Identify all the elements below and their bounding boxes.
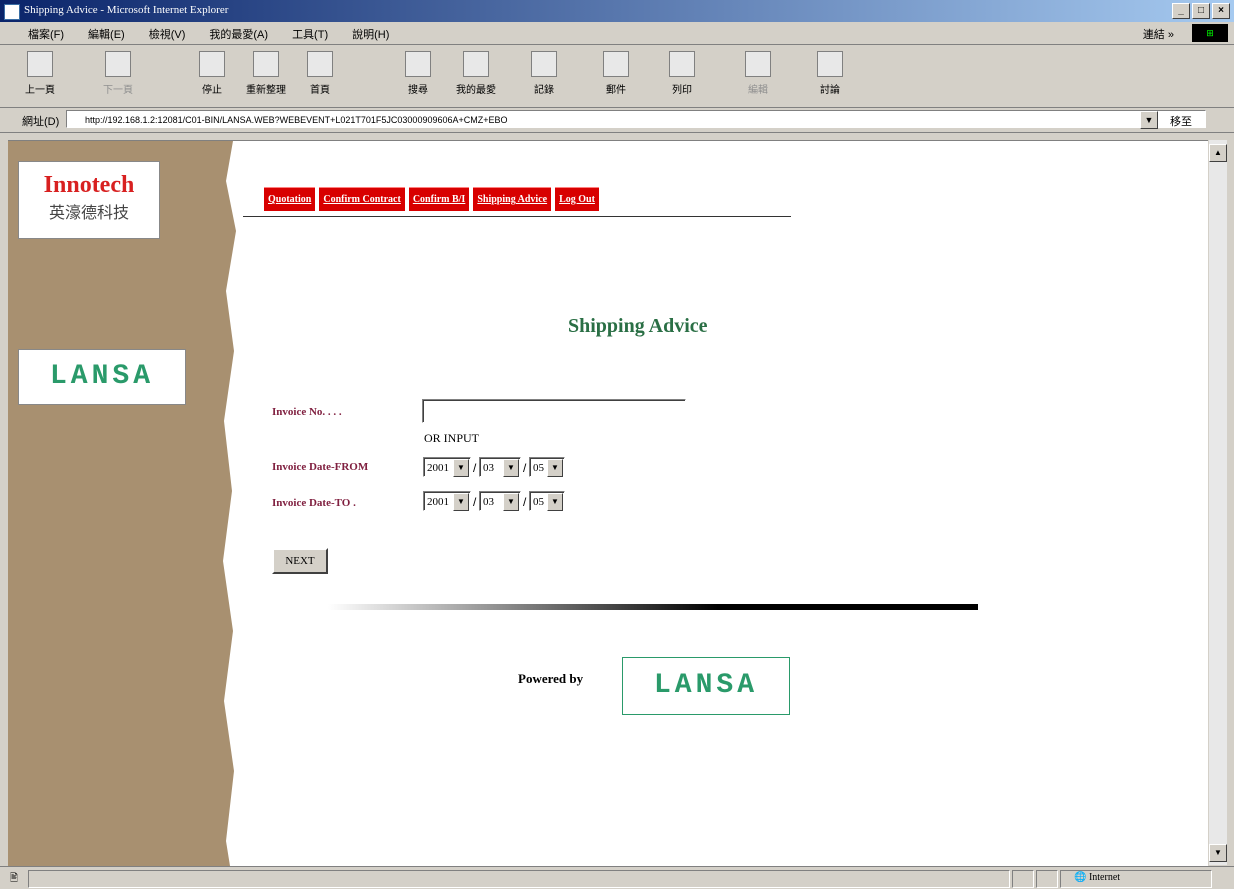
address-input[interactable]: http://192.168.1.2:12081/C01-BIN/LANSA.W… [66,110,1206,128]
scroll-down-icon[interactable]: ▼ [1209,844,1227,862]
chevron-down-icon: ▼ [453,459,469,477]
from-day-select[interactable]: 05 ▼ [529,457,565,477]
chevron-down-icon: ▼ [453,493,469,511]
chevron-down-icon: ▼ [503,493,519,511]
invoice-no-label: Invoice No. . . . [272,406,342,418]
window-title: Shipping Advice - Microsoft Internet Exp… [24,4,229,16]
toolbar: 上一頁 下一頁 停止 重新整理 首頁 搜尋 我的最愛 記錄 郵件 列印 編輯 討… [0,45,1234,108]
lansa-powered-logo: LANSA [622,657,790,715]
history-icon [531,51,557,77]
windows-logo-icon: ⊞ [1192,24,1228,42]
scroll-up-icon[interactable]: ▲ [1209,144,1227,162]
address-label: 網址(D) [22,116,60,128]
invoice-date-from-label: Invoice Date-FROM [272,461,369,473]
minimize-button[interactable]: _ [1172,3,1190,19]
toolbar-edit-button[interactable]: 編輯 [736,51,780,96]
to-month-select[interactable]: 03 ▼ [479,491,521,511]
home-icon [307,51,333,77]
maximize-button[interactable]: □ [1192,3,1210,19]
menu-edit[interactable]: 編輯(E) [88,26,125,42]
edit-icon [745,51,771,77]
discuss-icon [817,51,843,77]
print-icon [669,51,695,77]
stop-icon [199,51,225,77]
toolbar-back-button[interactable]: 上一頁 [18,51,62,96]
toolbar-home-button[interactable]: 首頁 [298,51,342,96]
tab-underline [243,216,791,217]
globe-icon: 🌐 [1074,872,1087,883]
toolbar-print-button[interactable]: 列印 [660,51,704,96]
invoice-no-input[interactable] [422,399,686,423]
menu-bar: 檔案(F) 編輯(E) 檢視(V) 我的最愛(A) 工具(T) 說明(H) 連結… [0,22,1234,45]
to-day-select[interactable]: 05 ▼ [529,491,565,511]
page-title: Shipping Advice [568,315,708,337]
chevron-down-icon: ▼ [547,493,563,511]
close-button[interactable]: × [1212,3,1230,19]
toolbar-forward-button[interactable]: 下一頁 [96,51,140,96]
mail-icon [603,51,629,77]
toolbar-refresh-button[interactable]: 重新整理 [244,51,288,96]
links-menu[interactable]: 連結 » [1143,26,1174,42]
forward-arrow-icon [105,51,131,77]
page-viewport: Innotech 英濠德科技 LANSA Quotation Confirm C… [8,140,1208,866]
toolbar-stop-button[interactable]: 停止 [190,51,234,96]
invoice-date-to-label: Invoice Date-TO . [272,497,356,509]
nav-tabs: Quotation Confirm Contract Confirm B/I S… [264,187,599,211]
status-bar: 🖹 🌐 Internet [0,866,1234,889]
next-button[interactable]: NEXT [272,548,328,574]
tab-confirm-bi[interactable]: Confirm B/I [408,187,470,211]
vertical-scrollbar[interactable]: ▲ ▼ [1208,140,1227,865]
toolbar-favorites-button[interactable]: 我的最愛 [454,51,498,96]
innotech-logo: Innotech 英濠德科技 [18,161,160,239]
search-icon [405,51,431,77]
back-arrow-icon [27,51,53,77]
address-dropdown-icon[interactable]: ▼ [1140,111,1158,129]
go-button[interactable]: 移至 [1170,113,1192,129]
title-bar: Shipping Advice - Microsoft Internet Exp… [0,0,1234,22]
page-status-icon: 🖹 [10,873,19,884]
toolbar-search-button[interactable]: 搜尋 [396,51,440,96]
favorites-icon [463,51,489,77]
chevron-down-icon: ▼ [547,459,563,477]
tab-shipping-advice[interactable]: Shipping Advice [473,187,552,211]
toolbar-mail-button[interactable]: 郵件 [594,51,638,96]
refresh-icon [253,51,279,77]
sidebar: Innotech 英濠德科技 LANSA [8,141,236,866]
toolbar-discuss-button[interactable]: 討論 [808,51,852,96]
tab-confirm-contract[interactable]: Confirm Contract [319,187,405,211]
lansa-sidebar-logo: LANSA [18,349,186,405]
to-year-select[interactable]: 2001 ▼ [423,491,471,511]
ie-app-icon [4,4,20,20]
or-input-label: OR INPUT [424,431,480,445]
menu-file[interactable]: 檔案(F) [28,26,64,42]
tab-quotation[interactable]: Quotation [264,187,316,211]
from-year-select[interactable]: 2001 ▼ [423,457,471,477]
menu-view[interactable]: 檢視(V) [149,26,186,42]
menu-favorites[interactable]: 我的最愛(A) [209,26,268,42]
address-bar: 網址(D) http://192.168.1.2:12081/C01-BIN/L… [0,108,1234,133]
menu-help[interactable]: 說明(H) [352,26,389,42]
toolbar-history-button[interactable]: 記錄 [522,51,566,96]
chevron-down-icon: ▼ [503,459,519,477]
menu-tools[interactable]: 工具(T) [292,26,328,42]
tab-log-out[interactable]: Log Out [555,187,599,211]
internet-zone-label: 🌐 Internet [1074,872,1121,883]
from-month-select[interactable]: 03 ▼ [479,457,521,477]
powered-by-label: Powered by [518,671,584,686]
gradient-divider [328,604,978,610]
